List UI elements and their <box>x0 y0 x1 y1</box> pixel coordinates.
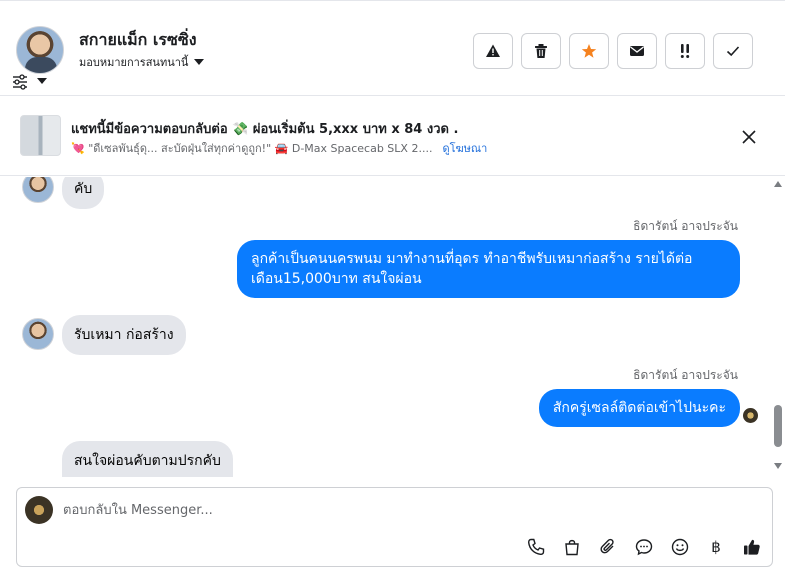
incoming-message[interactable]: คับ <box>62 177 105 209</box>
star-icon <box>581 44 597 58</box>
message-line: สักครู่เซลล์ติดต่อเข้าไปนะคะ <box>552 400 726 416</box>
mark-unread-button[interactable] <box>617 33 657 69</box>
incoming-message[interactable]: สนใจผ่อนคับตามปรกคับ <box>62 441 233 477</box>
ad-subtitle-row: 💘 "ดีเซลพันธุ์ดุ... สะบัดฝุ่นใส่ทุกค่าดู… <box>71 139 487 157</box>
contact-name: สกายแม็ก เรซซิ่ง <box>79 30 197 49</box>
check-icon <box>726 46 740 57</box>
scroll-down-arrow-icon[interactable] <box>774 463 782 469</box>
chevron-down-icon[interactable] <box>37 78 47 84</box>
star-button[interactable] <box>569 33 609 69</box>
reply-composer: ฿ <box>16 487 773 567</box>
exclamation-icon <box>680 44 690 58</box>
sender-name: ธิดารัตน์ อาจประจัน <box>633 219 738 233</box>
message-line: ลูกค้าเป็นคนนครพนม มาทำงานที่อุดร ทำอาชี… <box>251 251 693 267</box>
done-button[interactable] <box>713 33 753 69</box>
close-ad-button[interactable] <box>738 126 760 148</box>
paperclip-icon[interactable] <box>597 536 619 558</box>
message-line: เดือน15,000บาท สนใจผ่อน <box>251 271 422 287</box>
scroll-thumb[interactable] <box>774 405 782 447</box>
page-avatar <box>25 496 53 524</box>
thread-scrollbar[interactable] <box>771 177 785 477</box>
message-thread[interactable]: คับ ธิดารัตน์ อาจประจัน ลูกค้าเป็นคนนครพ… <box>0 177 770 477</box>
phone-icon[interactable] <box>525 536 547 558</box>
warning-icon <box>486 44 500 57</box>
ad-reply-banner: แชทนี้มีข้อความตอบกลับต่อ 💸 ผ่อนเริ่มต้น… <box>0 97 785 176</box>
assign-conversation-dropdown[interactable]: มอบหมายการสนทนานี้ <box>79 53 205 71</box>
ad-title: แชทนี้มีข้อความตอบกลับต่อ 💸 ผ่อนเริ่มต้น… <box>71 122 459 137</box>
conversation-header: สกายแม็ก เรซซิ่ง มอบหมายการสนทนานี้ <box>0 6 785 96</box>
composer-tools: ฿ <box>525 536 763 558</box>
ad-subtitle: 💘 "ดีเซลพันธุ์ดุ... สะบัดฝุ่นใส่ทุกค่าดู… <box>71 142 433 155</box>
shopping-bag-icon[interactable] <box>561 536 583 558</box>
outgoing-message[interactable]: ลูกค้าเป็นคนนครพนม มาทำงานที่อุดร ทำอาชี… <box>237 240 740 298</box>
seen-avatar <box>743 408 758 423</box>
incoming-message[interactable]: รับเหมา ก่อสร้าง <box>62 315 186 355</box>
view-ad-link[interactable]: ดูโฆษณา <box>442 139 487 157</box>
scroll-up-arrow-icon[interactable] <box>774 181 782 187</box>
outgoing-message[interactable]: สักครู่เซลล์ติดต่อเข้าไปนะคะ <box>538 389 740 427</box>
thumbs-up-icon[interactable] <box>741 536 763 558</box>
close-icon <box>742 130 756 144</box>
chevron-down-icon <box>194 59 205 65</box>
emoji-icon[interactable] <box>669 536 691 558</box>
contact-avatar-small <box>22 318 54 350</box>
sender-name: ธิดารัตน์ อาจประจัน <box>633 368 738 382</box>
contact-avatar-small <box>22 177 54 203</box>
follow-up-button[interactable] <box>665 33 705 69</box>
filter-icon[interactable] <box>12 74 28 90</box>
chat-bubble-icon[interactable] <box>633 536 655 558</box>
delete-button[interactable] <box>521 33 561 69</box>
baht-icon[interactable]: ฿ <box>705 536 727 558</box>
envelope-icon <box>630 46 644 56</box>
ad-thumbnail[interactable] <box>20 115 61 156</box>
assign-label: มอบหมายการสนทนานี้ <box>79 56 189 69</box>
trash-icon <box>535 44 547 58</box>
contact-avatar[interactable] <box>16 26 64 74</box>
reply-input[interactable] <box>63 498 753 522</box>
conversation-actions <box>473 33 753 69</box>
report-button[interactable] <box>473 33 513 69</box>
